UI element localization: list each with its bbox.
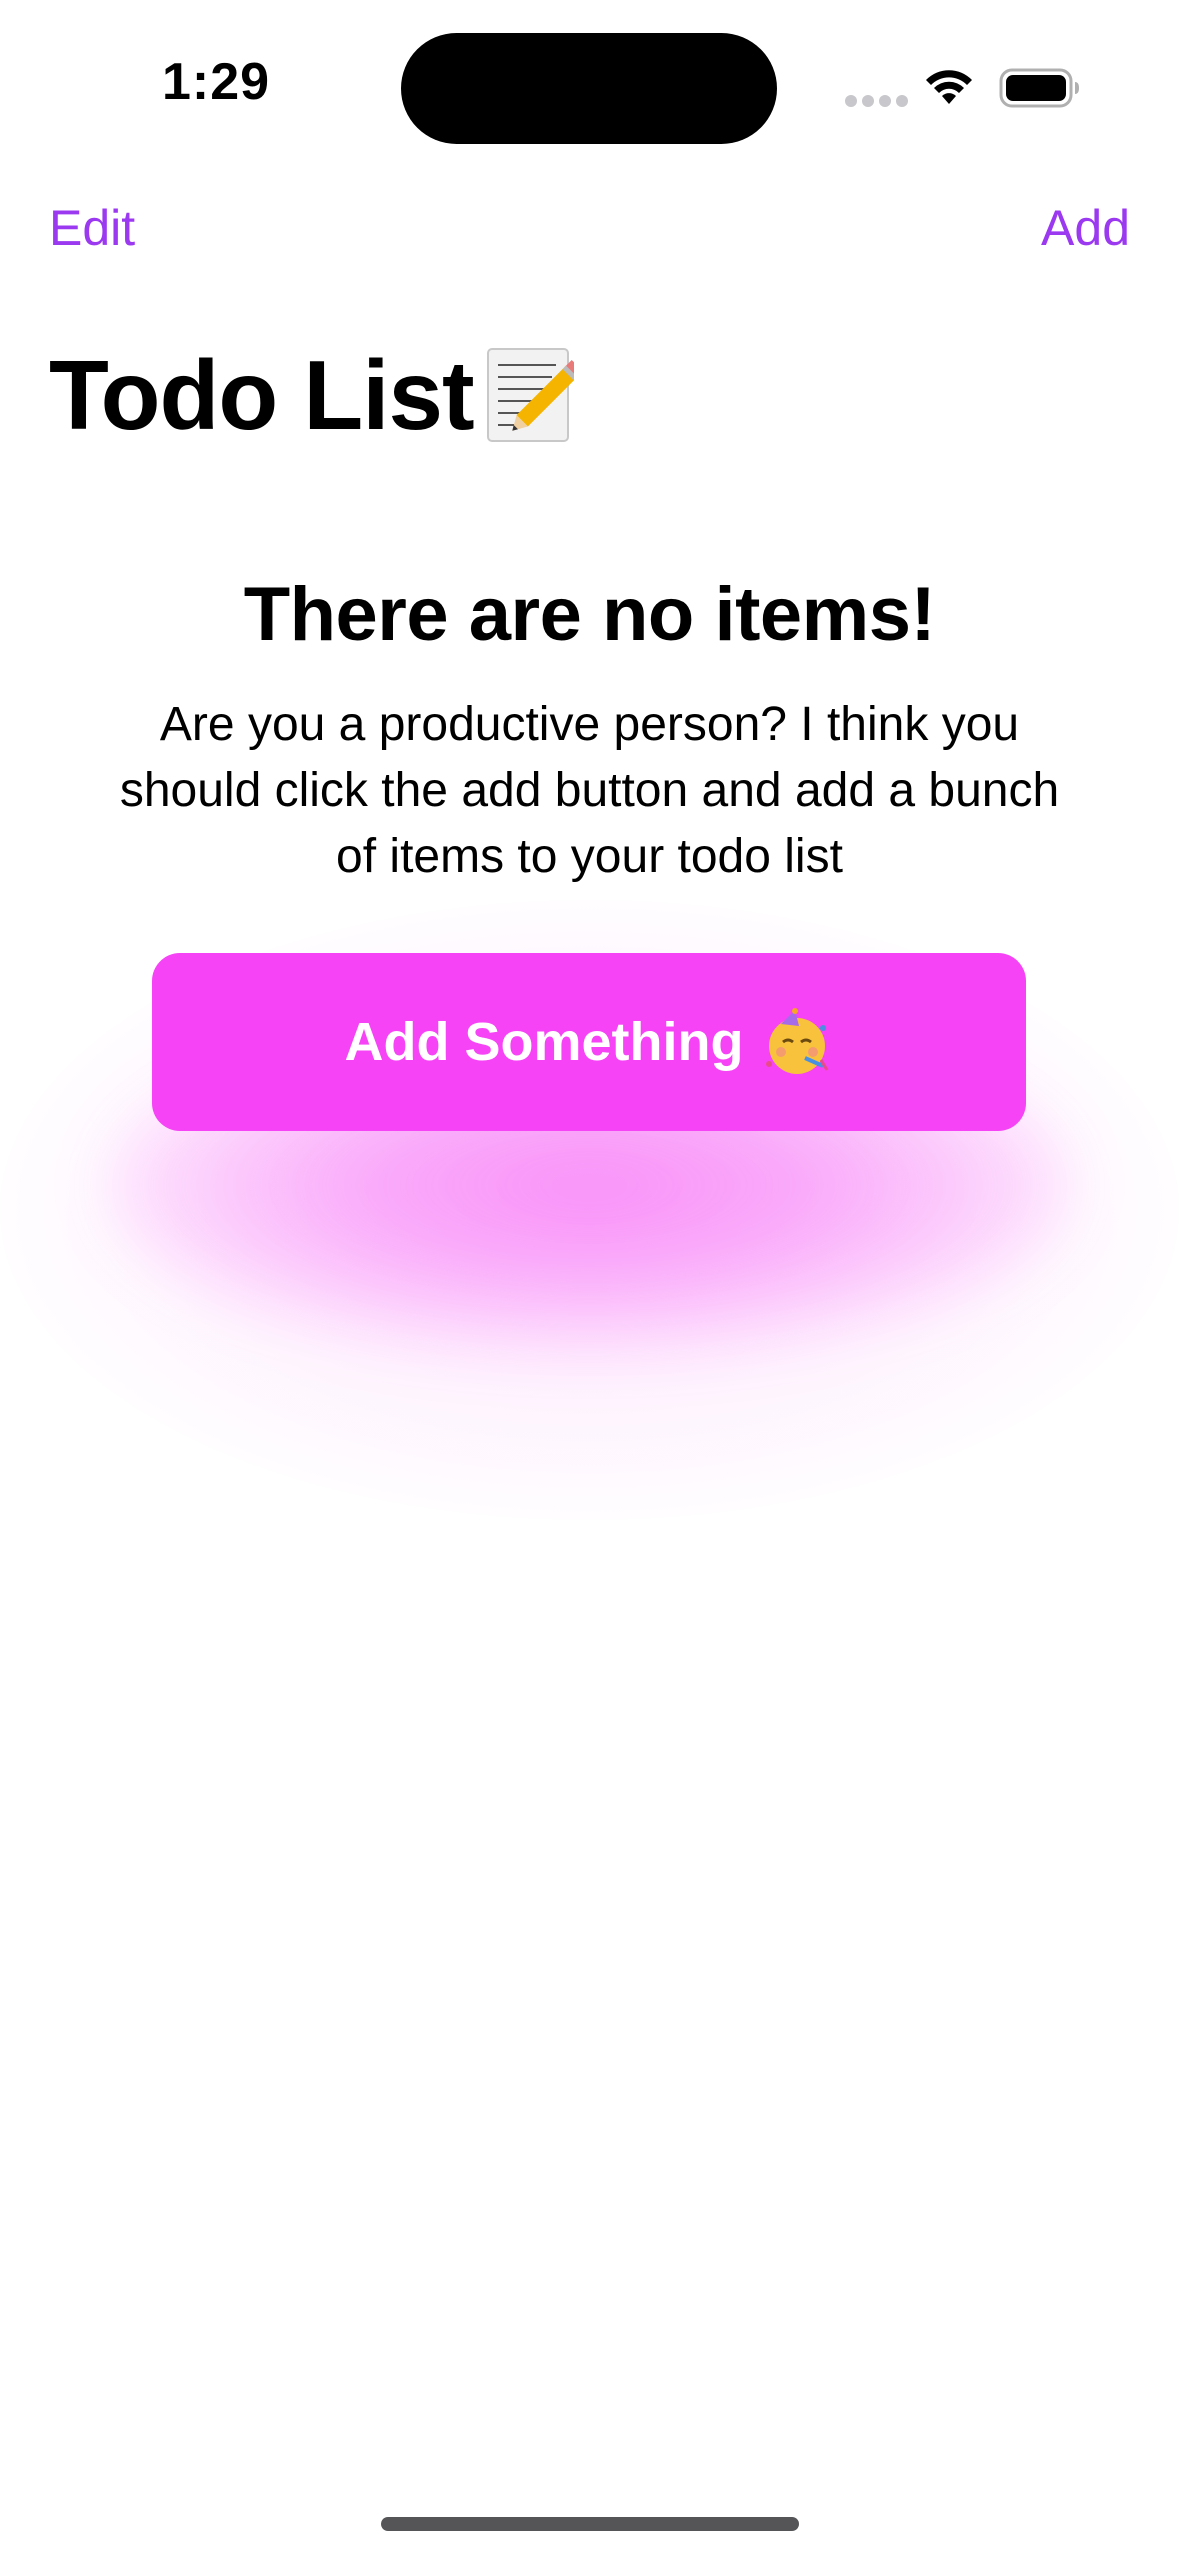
home-indicator[interactable]	[381, 2517, 799, 2531]
partying-face-icon	[766, 1008, 829, 1074]
battery-icon	[999, 68, 1079, 108]
status-bar: 1:29	[0, 0, 1179, 170]
add-button[interactable]: Add	[1041, 198, 1130, 258]
edit-button[interactable]: Edit	[49, 198, 135, 258]
cellular-signal-icon	[845, 95, 908, 107]
dynamic-island	[401, 33, 777, 144]
page-title: Todo List	[49, 340, 475, 450]
status-time: 1:29	[162, 53, 271, 111]
memo-icon	[486, 348, 574, 442]
empty-state-heading: There are no items!	[243, 572, 936, 657]
empty-state-message: Are you a productive person? I think you…	[119, 698, 1060, 883]
add-something-label: Add Something	[344, 1012, 744, 1072]
add-something-button[interactable]: Add Something	[152, 953, 1026, 1131]
wifi-icon	[926, 70, 972, 104]
page-title-row: Todo List	[49, 330, 574, 460]
